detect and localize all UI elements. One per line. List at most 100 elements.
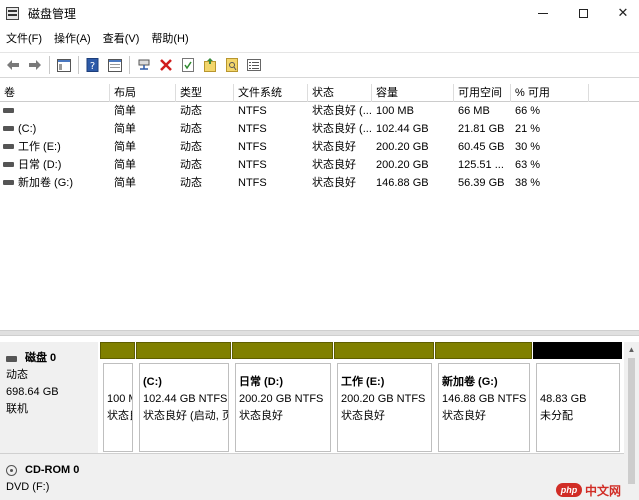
disk-0-label[interactable]: 磁盘 0 动态 698.64 GB 联机 <box>0 342 98 454</box>
check-button[interactable] <box>177 54 199 76</box>
maximize-icon <box>578 8 588 18</box>
partition-label: 新加卷 (G:) <box>442 376 498 388</box>
chevron-up-icon: ▲ <box>627 344 636 354</box>
toolbar: ? <box>0 52 639 78</box>
table-row[interactable]: 简单 动态 NTFS 状态良好 (... 100 MB 66 MB 66 % <box>0 102 639 120</box>
cdrom-0-label[interactable]: CD-ROM 0 DVD (F:) <box>0 453 98 500</box>
new-folder-button[interactable] <box>199 54 221 76</box>
partition-bar <box>136 342 231 359</box>
partition-status: 状态良好 <box>239 410 283 422</box>
disk-name: 磁盘 0 <box>25 352 57 364</box>
scroll-up-button[interactable]: ▲ <box>624 342 639 356</box>
check-icon <box>182 58 194 72</box>
volume-name-cell: 工作 (E:) <box>0 138 110 156</box>
column-header-percent-free[interactable]: % 可用 <box>511 84 589 102</box>
layout-cell: 简单 <box>114 123 136 135</box>
partition-c[interactable]: (C:) 102.44 GB NTFS 状态良好 (启动, 页 <box>136 342 231 454</box>
menu-file[interactable]: 文件(F) <box>0 28 48 50</box>
partition-size: 200.20 GB NTFS <box>341 393 426 405</box>
partition-unallocated[interactable]: 48.83 GB 未分配 <box>533 342 622 454</box>
volume-icon <box>3 107 14 113</box>
partition-system-reserved[interactable]: 100 MB 状态良好 <box>100 342 135 454</box>
connect-button[interactable] <box>133 54 155 76</box>
scrollbar-thumb[interactable] <box>628 358 635 484</box>
menu-help[interactable]: 帮助(H) <box>145 28 194 50</box>
disk-state: 联机 <box>6 403 28 415</box>
status-cell: 状态良好 <box>312 159 356 171</box>
status-cell: 状态良好 (... <box>312 105 372 117</box>
table-row[interactable]: 工作 (E:) 简单 动态 NTFS 状态良好 200.20 GB 60.45 … <box>0 138 639 156</box>
back-button[interactable] <box>2 54 24 76</box>
watermark-text: 中文网 <box>585 483 622 498</box>
partition-e[interactable]: 工作 (E:) 200.20 GB NTFS 状态良好 <box>334 342 434 454</box>
partition-bar <box>435 342 532 359</box>
volume-icon <box>3 179 14 185</box>
volume-icon <box>3 161 14 167</box>
layout-cell: 简单 <box>114 141 136 153</box>
minimize-icon <box>538 12 548 14</box>
volume-name-cell <box>0 102 110 120</box>
delete-icon <box>160 59 172 71</box>
partition-info: 48.83 GB 未分配 <box>536 363 620 452</box>
delete-button[interactable] <box>155 54 177 76</box>
close-button[interactable]: ✕ <box>600 0 639 26</box>
new-folder-icon <box>204 58 216 72</box>
column-header-capacity[interactable]: 容量 <box>372 84 454 102</box>
list-view-icon <box>247 59 261 71</box>
cdrom-type: DVD (F:) <box>6 481 50 493</box>
column-header-volume[interactable]: 卷 <box>0 84 110 102</box>
title-bar: 磁盘管理 ✕ <box>0 0 639 26</box>
window-title: 磁盘管理 <box>28 6 77 21</box>
free-space-cell: 125.51 ... <box>458 159 504 171</box>
forward-button[interactable] <box>24 54 46 76</box>
cdrom-0-media-area[interactable] <box>98 453 624 500</box>
partition-label: (C:) <box>143 376 162 388</box>
column-header-file-system[interactable]: 文件系统 <box>234 84 308 102</box>
list-view-button[interactable] <box>243 54 265 76</box>
column-header-type[interactable]: 类型 <box>176 84 234 102</box>
vertical-scrollbar[interactable]: ▲ <box>624 342 639 500</box>
disk-view-button[interactable] <box>104 54 126 76</box>
connect-icon <box>138 59 150 70</box>
column-header-status[interactable]: 状态 <box>308 84 372 102</box>
partition-size: 102.44 GB NTFS <box>143 393 228 405</box>
file-system-cell: NTFS <box>238 123 267 135</box>
file-system-cell: NTFS <box>238 159 267 171</box>
layout-cell: 简单 <box>114 177 136 189</box>
table-row[interactable]: (C:) 简单 动态 NTFS 状态良好 (... 102.44 GB 21.8… <box>0 120 639 138</box>
disk-type: 动态 <box>6 369 28 381</box>
disk-icon <box>6 355 17 362</box>
cd-drive-icon <box>6 465 17 476</box>
disk-0-partitions: 100 MB 状态良好 (C:) 102.44 GB NTFS 状态良好 (启动… <box>98 342 624 454</box>
toolbar-separator <box>49 56 50 74</box>
table-row[interactable]: 日常 (D:) 简单 动态 NTFS 状态良好 200.20 GB 125.51… <box>0 156 639 174</box>
status-cell: 状态良好 <box>312 177 356 189</box>
forward-arrow-icon <box>29 60 41 70</box>
capacity-cell: 200.20 GB <box>376 159 429 171</box>
volume-list: 卷 布局 类型 文件系统 状态 容量 可用空间 % 可用 简单 动态 NTFS … <box>0 84 639 192</box>
volume-name-cell: 新加卷 (G:) <box>0 174 110 192</box>
column-header-layout[interactable]: 布局 <box>110 84 176 102</box>
partition-d[interactable]: 日常 (D:) 200.20 GB NTFS 状态良好 <box>232 342 333 454</box>
partition-label: 日常 (D:) <box>239 376 283 388</box>
disk-size: 698.64 GB <box>6 386 59 398</box>
volume-name: 新加卷 (G:) <box>18 177 73 189</box>
percent-free-cell: 38 % <box>515 177 541 189</box>
properties-button[interactable]: ? <box>82 54 104 76</box>
partition-status: 状态良好 <box>442 410 486 422</box>
partition-size: 100 MB <box>107 393 132 405</box>
menu-action[interactable]: 操作(A) <box>48 28 97 50</box>
capacity-cell: 200.20 GB <box>376 141 429 153</box>
free-space-cell: 56.39 GB <box>458 177 505 189</box>
disk-management-app-icon <box>6 6 19 20</box>
show-hide-console-tree-button[interactable] <box>53 54 75 76</box>
menu-view[interactable]: 查看(V) <box>97 28 146 50</box>
disk-view-icon <box>108 58 122 72</box>
column-header-free-space[interactable]: 可用空间 <box>454 84 511 102</box>
volume-name: (C:) <box>18 123 37 135</box>
table-row[interactable]: 新加卷 (G:) 简单 动态 NTFS 状态良好 146.88 GB 56.39… <box>0 174 639 192</box>
percent-free-cell: 21 % <box>515 123 541 135</box>
search-folder-button[interactable] <box>221 54 243 76</box>
volume-name: 日常 (D:) <box>18 159 62 171</box>
partition-g[interactable]: 新加卷 (G:) 146.88 GB NTFS 状态良好 <box>435 342 532 454</box>
